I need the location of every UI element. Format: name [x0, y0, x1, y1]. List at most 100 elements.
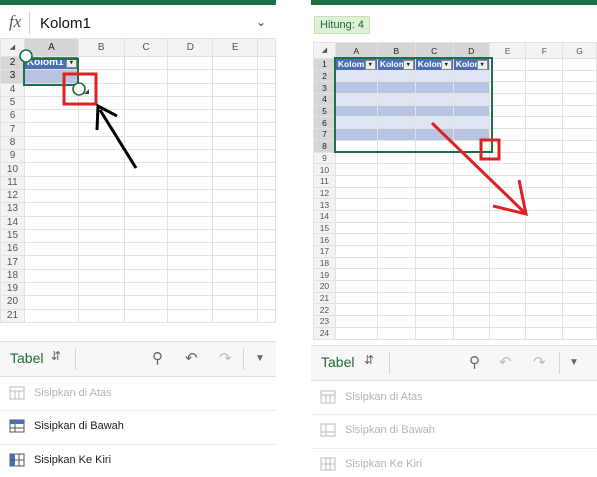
formula-value[interactable]: Kolom1 [40, 15, 91, 32]
sheet-cell[interactable] [488, 280, 527, 293]
sheet-cell[interactable] [452, 139, 490, 153]
sheet-cell[interactable] [257, 295, 276, 310]
sheet-cell[interactable] [23, 242, 79, 257]
sheet-cell[interactable] [167, 202, 214, 217]
sheet-cell[interactable] [562, 291, 597, 305]
sheet-cell[interactable] [488, 93, 527, 106]
sheet-cell[interactable] [123, 149, 169, 164]
toolbar-label[interactable]: Tabel [10, 350, 43, 366]
col-header[interactable]: F [525, 42, 564, 59]
menu-insert-above[interactable]: Sisipkan di Atas [0, 377, 276, 411]
sheet-cell[interactable] [525, 81, 564, 95]
sheet-cell[interactable] [376, 151, 416, 165]
sheet-cell[interactable] [167, 162, 214, 177]
sheet-cell[interactable] [23, 308, 79, 323]
chevron-updown-icon[interactable]: ⇵ [51, 349, 61, 363]
sheet-cell[interactable] [77, 308, 125, 323]
sheet-cell[interactable] [376, 291, 416, 305]
sheet-cell[interactable] [167, 55, 214, 71]
sheet-cell[interactable] [414, 291, 454, 305]
sheet-cell[interactable] [77, 268, 125, 284]
sheet-cell[interactable] [123, 308, 169, 323]
sheet-cell[interactable] [123, 109, 169, 124]
menu-insert-below[interactable]: Sisipkan di Bawah [311, 414, 597, 448]
sheet-cell[interactable] [257, 82, 276, 97]
toolbar-label[interactable]: Tabel [321, 354, 354, 370]
sheet-cell[interactable] [334, 315, 378, 328]
sheet-cell[interactable] [452, 268, 490, 282]
sheet-cell[interactable] [23, 188, 79, 204]
sheet-cell[interactable] [334, 221, 378, 235]
sheet-cell[interactable] [77, 109, 125, 124]
sheet-cell[interactable] [123, 82, 169, 97]
sheet-cell[interactable] [23, 215, 79, 230]
filter-dropdown-icon[interactable]: ▾ [440, 60, 452, 70]
sheet-cell[interactable] [123, 202, 169, 217]
sheet-cell[interactable] [376, 221, 416, 235]
col-header[interactable]: E [488, 42, 527, 59]
lightbulb-icon[interactable]: ⚲ [469, 353, 480, 371]
sheet-cell[interactable] [257, 109, 276, 124]
sheet-cell[interactable] [525, 291, 564, 305]
sheet-cell[interactable] [334, 116, 378, 130]
sheet-cell[interactable] [488, 81, 527, 95]
row-header[interactable]: 20 [313, 280, 336, 293]
menu-insert-left[interactable]: Sisipkan Ke Kiri [311, 448, 597, 477]
sheet-cell[interactable] [414, 303, 454, 317]
filter-dropdown-icon[interactable]: ▾ [65, 58, 77, 68]
sheet-cell[interactable] [376, 209, 416, 223]
sheet-cell[interactable] [77, 135, 125, 151]
sheet-cell[interactable] [334, 174, 378, 188]
sheet-cell[interactable] [562, 245, 597, 258]
table-header-cell[interactable]: Kolom2 ▾ [376, 58, 416, 71]
row-header[interactable]: 23 [313, 315, 336, 328]
sheet-cell[interactable] [123, 122, 169, 137]
row-header[interactable]: 14 [313, 209, 336, 223]
sheet-cell[interactable] [452, 116, 490, 130]
row-header[interactable]: 17 [313, 245, 336, 258]
sheet-cell[interactable] [167, 228, 214, 244]
sheet-cell[interactable] [212, 242, 259, 257]
sheet-cell[interactable] [414, 139, 454, 153]
sheet-cell[interactable] [452, 209, 490, 223]
sheet-cell[interactable] [23, 282, 79, 297]
sheet-cell[interactable] [452, 315, 490, 328]
select-all-triangle-icon[interactable]: ◢ [0, 38, 25, 57]
row-header[interactable]: 16 [0, 242, 25, 257]
formula-bar[interactable]: fx Kolom1 ⌄ [0, 8, 276, 39]
sheet-cell[interactable] [167, 282, 214, 297]
row-header[interactable]: 8 [0, 135, 25, 151]
row-header[interactable]: 2 [313, 69, 336, 83]
sheet-cell[interactable] [562, 174, 597, 188]
row-header[interactable]: 15 [0, 228, 25, 244]
sheet-cell[interactable] [525, 139, 564, 153]
sheet-cell[interactable] [525, 174, 564, 188]
sheet-cell[interactable] [257, 95, 276, 111]
row-header[interactable]: 21 [313, 291, 336, 305]
sheet-cell[interactable] [257, 122, 276, 137]
row-header[interactable]: 18 [313, 256, 336, 270]
sheet-cell[interactable] [452, 280, 490, 293]
sheet-cell[interactable] [212, 282, 259, 297]
sheet-cell[interactable] [23, 162, 79, 177]
sheet-cell[interactable] [562, 280, 597, 293]
sheet-cell[interactable] [334, 69, 378, 83]
sheet-cell[interactable] [452, 186, 490, 200]
sheet-cell[interactable] [525, 151, 564, 165]
sheet-cell[interactable] [334, 256, 378, 270]
sheet-cell[interactable] [334, 139, 378, 153]
sheet-cell[interactable] [334, 186, 378, 200]
sheet-cell[interactable] [562, 151, 597, 165]
row-header[interactable]: 22 [313, 303, 336, 317]
sheet-cell[interactable] [123, 282, 169, 297]
sheet-cell[interactable] [212, 122, 259, 137]
sheet-cell[interactable] [452, 198, 490, 211]
sheet-cell[interactable] [77, 69, 125, 84]
sheet-cell[interactable] [488, 315, 527, 328]
sheet-cell[interactable] [452, 93, 490, 106]
sheet-cell[interactable] [212, 228, 259, 244]
table-header-cell[interactable]: Kolom1 ▾ [334, 58, 378, 71]
sheet-cell[interactable] [414, 245, 454, 258]
sheet-cell[interactable] [212, 149, 259, 164]
sheet-cell[interactable] [167, 188, 214, 204]
